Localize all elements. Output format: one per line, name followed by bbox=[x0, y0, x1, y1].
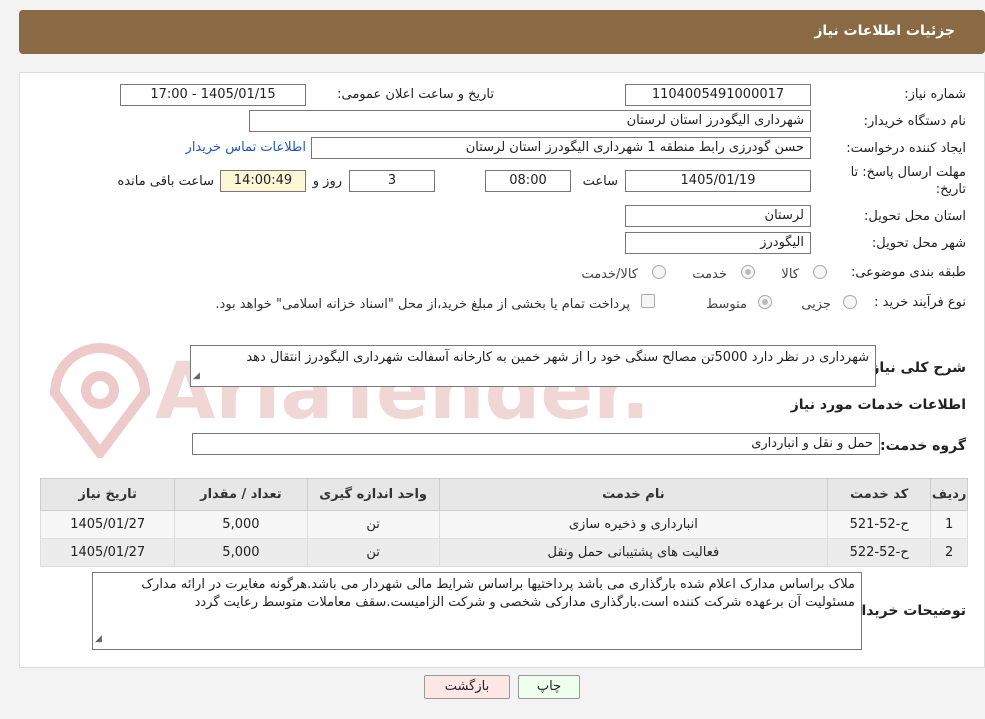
city-label: شهر محل تحویل: bbox=[871, 236, 966, 251]
col-date: تاریخ نیاز bbox=[39, 478, 176, 511]
category-label: طبقه بندی موضوعی: bbox=[850, 265, 966, 280]
process-label: نوع فرآیند خرید : bbox=[874, 295, 966, 310]
deadline-label-2: تاریخ: bbox=[935, 182, 966, 197]
row-date: 1405/01/27 bbox=[39, 538, 176, 567]
row-index: 1 bbox=[930, 510, 968, 539]
deadline-time-label: ساعت bbox=[582, 174, 618, 189]
row-qty: 5,000 bbox=[174, 510, 308, 539]
services-section-title: اطلاعات خدمات مورد نیاز bbox=[790, 397, 966, 413]
process-radio-minor[interactable] bbox=[843, 295, 857, 309]
buyer-notes-field[interactable]: ملاک براساس مدارک اعلام شده بارگذاری می … bbox=[92, 572, 862, 650]
description-field[interactable]: شهرداری در نظر دارد 5000تن مصالح سنگی خو… bbox=[190, 345, 876, 387]
col-unit: واحد اندازه گیری bbox=[306, 478, 440, 511]
buyer-contact-link[interactable]: اطلاعات تماس خریدار bbox=[186, 140, 306, 155]
treasury-note: پرداخت تمام یا بخشی از مبلغ خرید،از محل … bbox=[215, 297, 630, 312]
resize-grip-icon[interactable]: ◢ bbox=[193, 367, 200, 385]
category-radio-goods-service[interactable] bbox=[652, 265, 666, 279]
province-label: استان محل تحویل: bbox=[864, 209, 966, 224]
row-qty: 5,000 bbox=[174, 538, 308, 567]
announce-field[interactable]: 1405/01/15 - 17:00 bbox=[120, 84, 306, 106]
need-number-field[interactable]: 1104005491000017 bbox=[625, 84, 811, 106]
back-button[interactable]: بازگشت bbox=[424, 675, 510, 699]
col-index: ردیف bbox=[930, 478, 968, 511]
remaining-time-field: 14:00:49 bbox=[220, 170, 306, 192]
category-option-goods: کالا bbox=[781, 267, 799, 282]
service-group-label: گروه خدمت: bbox=[880, 438, 966, 454]
col-name: نام خدمت bbox=[438, 478, 829, 511]
row-code: ح-52-522 bbox=[827, 538, 932, 567]
process-option-medium: متوسط bbox=[706, 297, 747, 312]
col-qty: تعداد / مقدار bbox=[174, 478, 308, 511]
table-row: 1 ح-52-521 انبارداری و ذخیره سازی تن 5,0… bbox=[39, 510, 968, 539]
service-group-field[interactable]: حمل و نقل و انبارداری bbox=[192, 433, 880, 455]
services-table: ردیف کد خدمت نام خدمت واحد اندازه گیری ت… bbox=[39, 478, 968, 567]
buyer-org-field[interactable]: شهرداری الیگودرز استان لرستان bbox=[249, 110, 811, 132]
buyer-notes-label: توضیحات خریدار: bbox=[847, 603, 966, 619]
city-field[interactable]: الیگودرز bbox=[625, 232, 811, 254]
details-panel: AriaTender.neT شماره نیاز: 1104005491000… bbox=[19, 72, 985, 668]
province-field[interactable]: لرستان bbox=[625, 205, 811, 227]
remaining-label: ساعت باقی مانده bbox=[117, 174, 214, 189]
row-index: 2 bbox=[930, 538, 968, 567]
process-radio-medium[interactable] bbox=[758, 295, 772, 309]
row-unit: تن bbox=[306, 538, 440, 567]
row-name: فعالیت های پشتیبانی حمل ونقل bbox=[438, 538, 829, 567]
row-code: ح-52-521 bbox=[827, 510, 932, 539]
deadline-date-field[interactable]: 1405/01/19 bbox=[625, 170, 811, 192]
page-title: جزئیات اطلاعات نیاز bbox=[814, 23, 955, 39]
table-row: 2 ح-52-522 فعالیت های پشتیبانی حمل ونقل … bbox=[39, 538, 968, 567]
days-field[interactable]: 3 bbox=[349, 170, 435, 192]
announce-label: تاریخ و ساعت اعلان عمومی: bbox=[337, 87, 494, 102]
resize-grip-icon[interactable]: ◢ bbox=[95, 630, 102, 648]
description-text: شهرداری در نظر دارد 5000تن مصالح سنگی خو… bbox=[246, 350, 869, 365]
row-date: 1405/01/27 bbox=[39, 510, 176, 539]
pin-icon bbox=[49, 343, 151, 458]
deadline-time-field[interactable]: 08:00 bbox=[485, 170, 571, 192]
description-label: شرح کلی نیاز: bbox=[865, 360, 966, 376]
buyer-org-label: نام دستگاه خریدار: bbox=[863, 114, 966, 129]
category-radio-goods[interactable] bbox=[813, 265, 827, 279]
page-header: جزئیات اطلاعات نیاز bbox=[19, 10, 985, 54]
process-option-minor: جزیی bbox=[801, 297, 831, 312]
category-radio-service[interactable] bbox=[741, 265, 755, 279]
need-number-label: شماره نیاز: bbox=[904, 87, 966, 102]
days-label: روز و bbox=[312, 174, 342, 189]
table-header-row: ردیف کد خدمت نام خدمت واحد اندازه گیری ت… bbox=[39, 478, 968, 511]
requester-label: ایجاد کننده درخواست: bbox=[846, 141, 966, 156]
treasury-checkbox[interactable] bbox=[641, 294, 655, 308]
row-unit: تن bbox=[306, 510, 440, 539]
category-option-goods-service: کالا/خدمت bbox=[581, 267, 638, 282]
category-option-service: خدمت bbox=[692, 267, 727, 282]
buyer-notes-text: ملاک براساس مدارک اعلام شده بارگذاری می … bbox=[141, 577, 855, 610]
row-name: انبارداری و ذخیره سازی bbox=[438, 510, 829, 539]
print-button[interactable]: چاپ bbox=[518, 675, 580, 699]
deadline-label: مهلت ارسال پاسخ: تا bbox=[850, 165, 966, 180]
col-code: کد خدمت bbox=[827, 478, 932, 511]
requester-field[interactable]: حسن گودرزی رابط منطقه 1 شهرداری الیگودرز… bbox=[311, 137, 811, 159]
